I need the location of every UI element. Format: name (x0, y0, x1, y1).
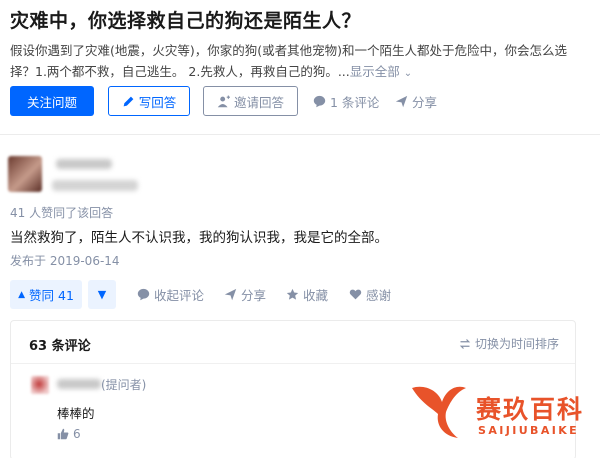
invite-label: 邀请回答 (233, 94, 284, 110)
commenter-name-blurred[interactable] (57, 379, 101, 389)
chevron-down-icon: ⌄ (403, 68, 413, 79)
comments-panel: 63 条评论 切换为时间排序 (提问者) 棒棒的 6 (10, 320, 576, 458)
add-user-icon (217, 95, 230, 107)
commenter-avatar[interactable] (31, 376, 49, 394)
write-answer-button[interactable]: 写回答 (108, 86, 190, 116)
author-bio-blurred (52, 180, 138, 191)
answer-content: 当然救狗了，陌生人不认识我，我的狗认识我，我是它的全部。 (10, 230, 388, 246)
show-all-link[interactable]: 显示全部 ⌄ (350, 64, 412, 79)
triangle-up-icon: ▲ (18, 289, 26, 300)
swap-icon (459, 338, 471, 349)
vote-up-label: 赞同 41 (29, 288, 74, 303)
thanks-button[interactable]: 感谢 (349, 280, 391, 309)
voters-count[interactable]: 41 人赞同了该回答 (10, 204, 113, 221)
triangle-down-icon: ▼ (97, 288, 107, 301)
watermark-text: 赛玖百科 (476, 395, 585, 424)
sort-label: 切换为时间排序 (474, 337, 559, 351)
follow-question-button[interactable]: 关注问题 (10, 86, 94, 116)
invite-answer-button[interactable]: 邀请回答 (203, 86, 298, 116)
question-share-label: 分享 (412, 94, 438, 110)
pen-icon (123, 96, 134, 106)
comment-like-button[interactable]: 6 (57, 427, 81, 441)
comments-divider (11, 363, 575, 364)
share-icon (395, 95, 408, 107)
question-title[interactable]: 灾难中，你选择救自己的狗还是陌生人？ (10, 6, 361, 33)
follow-label: 关注问题 (26, 94, 77, 110)
collapse-comments-button[interactable]: 收起评论 (137, 280, 204, 309)
sort-toggle-button[interactable]: 切换为时间排序 (459, 335, 559, 352)
comments-count: 63 条评论 (29, 339, 91, 354)
favorite-label: 收藏 (303, 288, 329, 303)
comment-icon (137, 288, 150, 301)
show-all-label: 显示全部 (349, 64, 400, 79)
comment-icon (313, 95, 326, 107)
answer-share-label: 分享 (241, 288, 267, 303)
favorite-button[interactable]: 收藏 (286, 280, 328, 309)
thanks-label: 感谢 (366, 288, 392, 303)
star-icon (286, 288, 299, 300)
question-excerpt: 假设你遇到了灾难(地震，火灾等)，你家的狗(或者其他宠物)和一个陌生人都处于危险… (10, 40, 590, 84)
question-comments-label: 1 条评论 (330, 94, 380, 110)
answer-share-button[interactable]: 分享 (224, 280, 266, 309)
watermark-logo (412, 386, 466, 438)
watermark-subtext: SAIJIUBAIKE (478, 424, 580, 437)
answer-date[interactable]: 发布于 2019-06-14 (10, 252, 120, 269)
share-icon (224, 288, 237, 301)
asker-tag: (提问者) (101, 378, 147, 392)
question-comments-button[interactable]: 1 条评论 (313, 86, 379, 116)
collapse-comments-label: 收起评论 (154, 288, 205, 303)
comment-text: 棒棒的 (57, 406, 95, 421)
vote-up-button[interactable]: ▲ 赞同 41 (10, 280, 82, 309)
section-divider (0, 134, 600, 135)
comment-like-count: 6 (73, 427, 81, 441)
excerpt-text: 假设你遇到了灾难(地震，火灾等)，你家的狗(或者其他宠物)和一个陌生人都处于危险… (10, 43, 568, 79)
write-label: 写回答 (138, 94, 177, 110)
thumbs-up-icon (57, 428, 69, 440)
author-name-blurred[interactable] (56, 159, 112, 169)
heart-icon (349, 289, 362, 300)
question-share-button[interactable]: 分享 (395, 86, 437, 116)
author-avatar[interactable] (8, 156, 42, 192)
vote-down-button[interactable]: ▼ (88, 280, 116, 309)
